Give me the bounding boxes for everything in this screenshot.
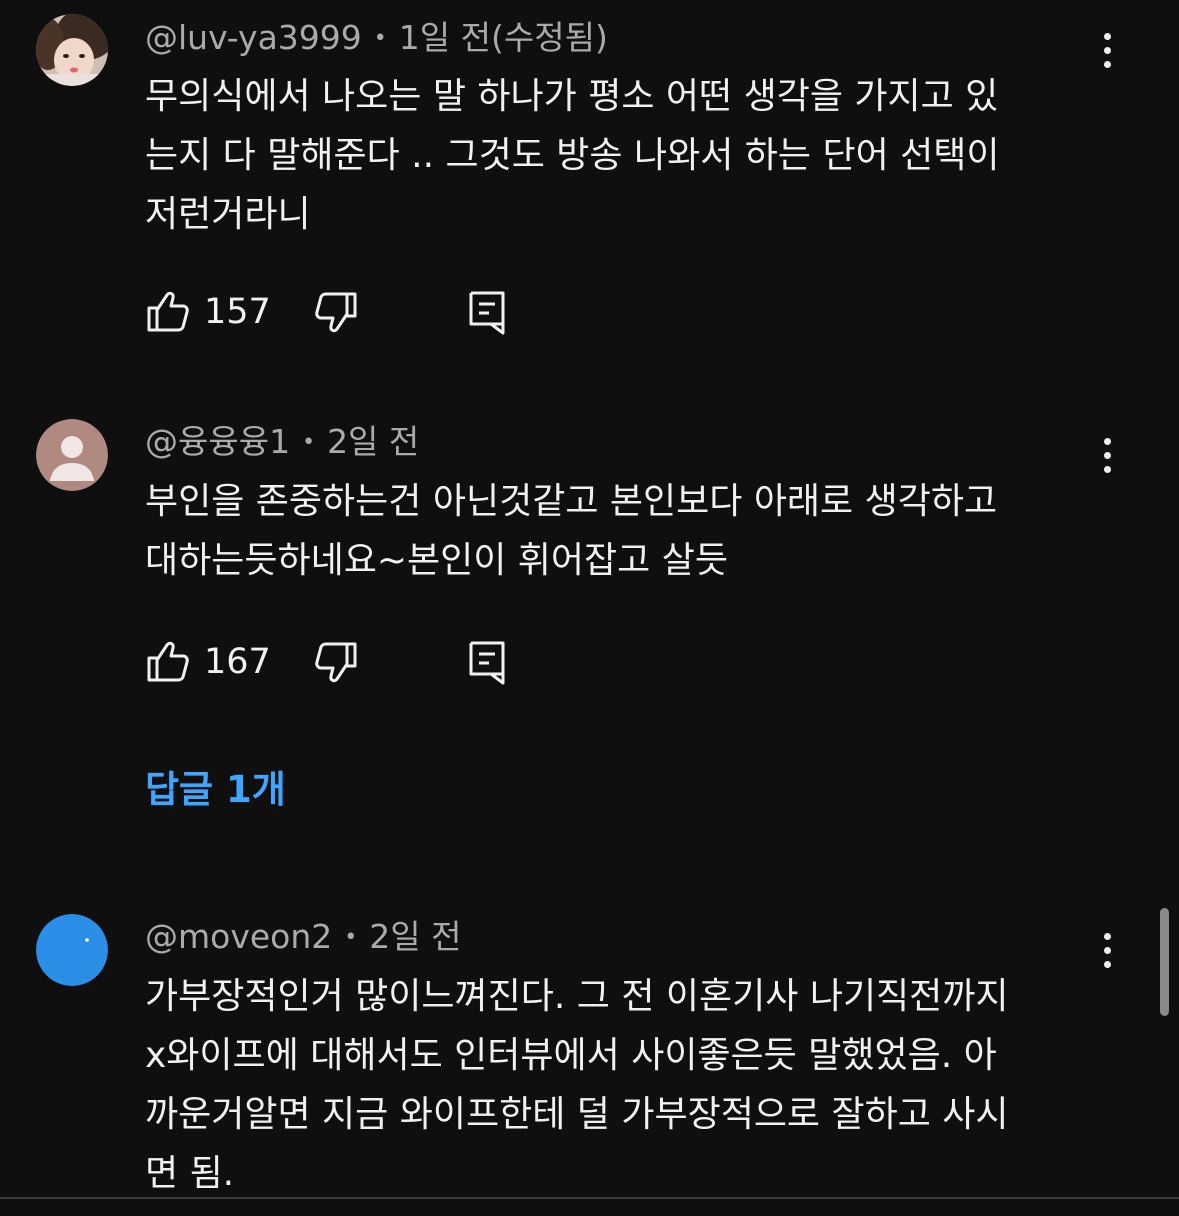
more-options-icon[interactable] [1090,431,1124,479]
comment-time: 2일 전 [369,917,462,956]
avatar[interactable] [36,914,108,986]
more-options-icon[interactable] [1090,26,1124,74]
scrollbar[interactable] [1160,908,1169,1016]
comment-actions: 157 [145,288,545,336]
avatar[interactable] [36,14,108,86]
comment-line: 무의식에서 나오는 말 하나가 평소 어떤 생각을 가지고 있 [145,76,999,117]
comment-text: 무의식에서 나오는 말 하나가 평소 어떤 생각을 가지고 있 는지 다 말해준… [145,67,1090,244]
comment-line: x와이프에 대해서도 인터뷰에서 사이좋은듯 말했었음. 아 [145,1035,997,1076]
comment-text: 가부장적인거 많이느껴진다. 그 전 이혼기사 나기직전까지 x와이프에 대해서… [145,967,1090,1203]
comment-line: 부인을 존중하는건 아닌것같고 본인보다 아래로 생각하고 [145,481,998,522]
comment-author[interactable]: @luv-ya3999 [145,18,362,57]
like-count: 157 [204,292,271,332]
comment-time: 2일 전 [327,422,420,461]
divider [0,1197,1179,1199]
comment-meta: @moveon2 • 2일 전 [145,917,461,958]
comment-line: 면 됨. [145,1153,235,1194]
thumbs-down-icon[interactable] [313,288,359,336]
thumbs-down-icon[interactable] [313,638,359,686]
comment-text: 부인을 존중하는건 아닌것같고 본인보다 아래로 생각하고 대하는듯하네요~본인… [145,472,1090,590]
comment-author[interactable]: @moveon2 [145,917,332,956]
meta-separator: • [302,430,316,455]
default-person-icon [36,419,108,491]
comment-line: 까운거알면 지금 와이프한테 덜 가부장적으로 잘하고 사시 [145,1094,1009,1135]
comment-author[interactable]: @융융융1 [145,422,290,461]
thumbs-up-icon[interactable] [145,638,191,686]
thumbs-up-icon[interactable] [145,288,191,336]
comment-line: 는지 다 말해준다 .. 그것도 방송 나와서 하는 단어 선택이 [145,135,1000,176]
comment-line: 가부장적인거 많이느껴진다. 그 전 이혼기사 나기직전까지 [145,976,1009,1017]
photo-avatar-icon [36,14,108,86]
reply-icon[interactable] [465,638,509,686]
more-options-icon[interactable] [1090,926,1124,974]
avatar[interactable] [36,419,108,491]
comment-meta: @luv-ya3999 • 1일 전(수정됨) [145,18,608,59]
comment-time: 1일 전(수정됨) [398,18,608,57]
comment-actions: 167 [145,638,545,686]
comment-line: 대하는듯하네요~본인이 휘어잡고 살듯 [145,540,728,581]
blue-avatar-icon [36,914,108,986]
like-count: 167 [204,642,271,682]
view-replies-button[interactable]: 답글 1개 [145,766,286,814]
comment-meta: @융융융1 • 2일 전 [145,422,419,463]
reply-icon[interactable] [465,288,509,336]
meta-separator: • [344,925,358,950]
comment-line: 저런거라니 [145,194,311,235]
meta-separator: • [373,26,387,51]
